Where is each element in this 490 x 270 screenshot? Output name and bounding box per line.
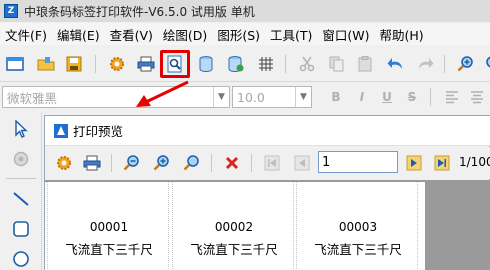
page-count-info: 1/100 [459,155,490,169]
align-center-icon[interactable] [470,90,484,104]
open-folder-icon[interactable] [35,53,57,75]
menu-edit[interactable]: 编辑(E) [52,25,105,44]
label-cell: 00002 飞流直下三千尺 [172,182,294,270]
format-toolbar: 微软雅黑 ▼ 10.0 ▼ B I U S [0,83,490,111]
next-page-icon[interactable] [403,152,425,174]
print-preview-title: 打印预览 [73,124,124,139]
toolbar-separator [444,55,445,73]
save-icon[interactable] [63,53,85,75]
bold-button[interactable]: B [329,90,343,104]
menu-view[interactable]: 查看(V) [105,25,158,44]
menu-window[interactable]: 窗口(W) [317,25,374,44]
print-icon[interactable] [135,53,157,75]
menu-file[interactable]: 文件(F) [0,25,52,44]
copy-icon[interactable] [326,53,348,75]
database-settings-icon[interactable] [225,53,247,75]
print-preview-toolbar: 1 1/100 [45,147,490,179]
align-left-icon[interactable] [445,90,459,104]
title-bar: Z 中琅条码标签打印软件-V6.5.0 试用版 单机 [0,0,490,22]
zoom-out-icon[interactable] [121,152,143,174]
toolbar-separator [111,154,112,172]
undo-icon[interactable] [385,53,407,75]
menu-shape[interactable]: 图形(S) [212,25,265,44]
window-title: 中琅条码标签打印软件-V6.5.0 试用版 单机 [24,4,255,19]
previous-page-icon[interactable] [291,152,313,174]
print-preview-titlebar: 打印预览 [45,116,490,146]
print-preview-icon[interactable] [164,53,186,75]
strikethrough-button[interactable]: S [405,90,419,104]
toolbar-separator [6,178,36,179]
database-icon[interactable] [195,53,217,75]
rotate-icon[interactable] [10,148,32,170]
print-preview-app-icon [53,123,69,139]
preview-canvas: 00001 飞流直下三千尺 00002 飞流直下三千尺 00003 飞流直下三千… [45,180,490,270]
italic-button[interactable]: I [355,90,369,104]
ellipse-tool-icon[interactable] [10,248,32,270]
print-icon[interactable] [81,152,103,174]
settings-gear-icon[interactable] [53,152,75,174]
cut-icon[interactable] [296,53,318,75]
label-number: 00003 [338,220,378,234]
zoom-fit-icon[interactable] [181,152,203,174]
font-size-select[interactable]: 10.0 ▼ [232,86,312,108]
chevron-down-icon[interactable]: ▼ [295,87,311,107]
label-number: 00002 [214,220,254,234]
line-tool-icon[interactable] [10,188,32,210]
label-cell: 00003 飞流直下三千尺 [296,182,418,270]
settings-gear-icon[interactable] [106,53,128,75]
app-logo-icon: Z [4,4,18,18]
toolbar-separator [211,154,212,172]
toolbar-separator [95,55,96,73]
new-document-icon[interactable] [4,53,26,75]
font-family-value: 微软雅黑 [7,90,58,106]
label-text: 飞流直下三千尺 [190,242,278,257]
zoom-out-icon[interactable] [480,53,490,75]
annotation-arrow [136,80,189,107]
underline-button[interactable]: U [380,90,394,104]
select-pointer-icon[interactable] [10,118,32,140]
toolbar-separator [251,154,252,172]
menu-help[interactable]: 帮助(H) [375,25,429,44]
zoom-in-icon[interactable] [455,53,477,75]
rectangle-tool-icon[interactable] [10,218,32,240]
main-toolbar [0,46,490,82]
menu-draw[interactable]: 绘图(D) [158,25,212,44]
grid-icon[interactable] [255,53,277,75]
drawing-toolbar [0,112,42,270]
font-size-value: 10.0 [237,89,265,105]
toolbar-separator [430,88,431,106]
toolbar-separator [285,55,286,73]
last-page-icon[interactable] [431,152,453,174]
close-icon[interactable] [221,152,243,174]
print-preview-window: 打印预览 1 1/100 00001 飞流直下三千尺 00002 飞流直下三千尺… [44,115,490,270]
label-number: 00001 [89,220,129,234]
menu-tools[interactable]: 工具(T) [265,25,317,44]
label-cell: 00001 飞流直下三千尺 [47,182,169,270]
zoom-in-icon[interactable] [151,152,173,174]
font-family-select[interactable]: 微软雅黑 ▼ [2,86,230,108]
preview-paper: 00001 飞流直下三千尺 00002 飞流直下三千尺 00003 飞流直下三千… [45,182,425,270]
redo-icon[interactable] [414,53,436,75]
menu-bar: 文件(F) 编辑(E) 查看(V) 绘图(D) 图形(S) 工具(T) 窗口(W… [0,23,490,45]
label-text: 飞流直下三千尺 [314,242,402,257]
paste-icon[interactable] [354,53,376,75]
label-text: 飞流直下三千尺 [65,242,153,257]
page-number-input[interactable]: 1 [318,151,398,173]
chevron-down-icon[interactable]: ▼ [213,87,229,107]
first-page-icon[interactable] [261,152,283,174]
